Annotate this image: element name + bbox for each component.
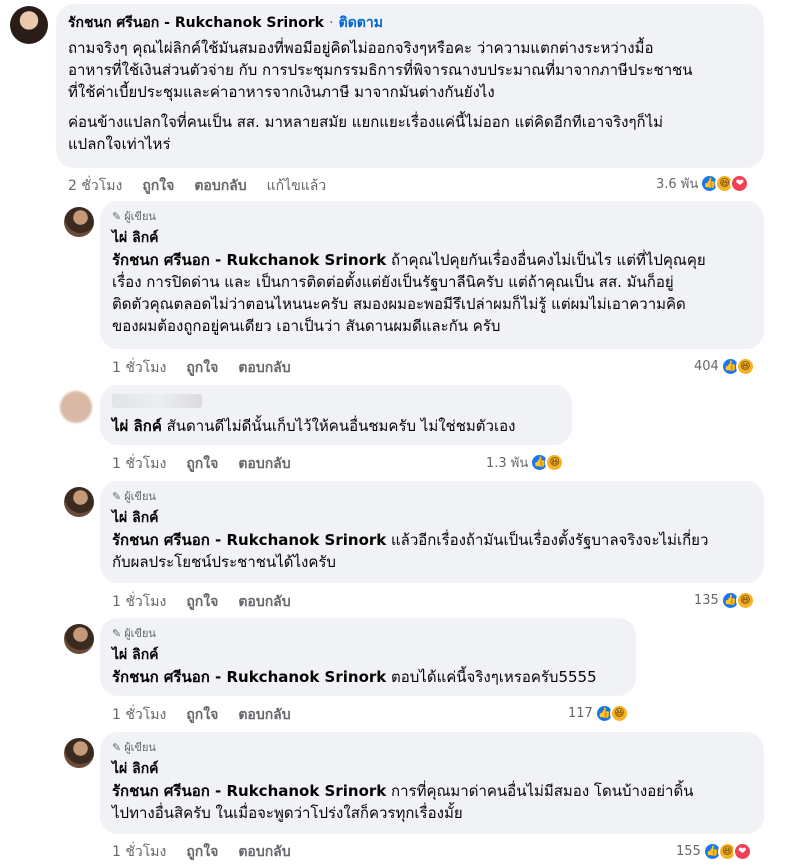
reply-bubble: ✎ ผู้เขียน ไผ่ ลิกค์ รักชนก ศรีนอก - Rukc… (100, 201, 764, 349)
reply-button[interactable]: ตอบกลับ (238, 841, 290, 863)
love-reaction-icon: ❤ (732, 841, 752, 861)
reaction-count: 1.3 พัน (486, 455, 529, 471)
reaction-count: 117 (568, 705, 593, 721)
like-button[interactable]: ถูกใจ (142, 175, 174, 197)
reply-bubble: ✎ ผู้เขียน ไผ่ ลิกค์ รักชนก ศรีนอก - Rukc… (100, 481, 764, 583)
author-badge: ✎ ผู้เขียน (112, 209, 156, 224)
reaction-summary[interactable]: 155 👍 😆 ❤ (676, 840, 752, 862)
reply-author[interactable]: ไผ่ ลิกค์ (112, 507, 752, 529)
like-button[interactable]: ถูกใจ (186, 357, 218, 379)
reply-text-line: กับผลประโยชน์ประชาชนได้ไงครับ (112, 553, 336, 571)
reply-button[interactable]: ตอบกลับ (238, 704, 290, 726)
comment-actions: 2 ชั่วโมง ถูกใจ ตอบกลับ แก้ไขแล้ว (68, 175, 326, 197)
edited-label: แก้ไขแล้ว (266, 178, 327, 194)
reply-actions: 1 ชั่วโมง ถูกใจ ตอบกลับ (112, 841, 291, 863)
reply-bubble: ไผ่ ลิกค์ สันดานดีไม่ดีนั้นเก็บไว้ให้คนอ… (100, 385, 572, 445)
reply-text-line: รักชนก ศรีนอก - Rukchanok Srinork แล้วอี… (112, 531, 709, 549)
reply-actions: 1 ชั่วโมง ถูกใจ ตอบกลับ (112, 453, 291, 475)
reaction-summary[interactable]: 135 👍 😆 (694, 589, 755, 611)
pencil-icon: ✎ (112, 489, 122, 503)
timestamp[interactable]: 2 ชั่วโมง (68, 175, 122, 197)
avatar[interactable] (60, 391, 92, 423)
timestamp[interactable]: 1 ชั่วโมง (112, 591, 166, 613)
timestamp[interactable]: 1 ชั่วโมง (112, 453, 166, 475)
haha-reaction-icon: 😆 (735, 356, 755, 376)
separator: · (329, 15, 334, 31)
pencil-icon: ✎ (112, 740, 122, 754)
avatar[interactable] (10, 6, 48, 44)
follow-button[interactable]: ติดตาม (339, 15, 383, 31)
reply-text-line: รักชนก ศรีนอก - Rukchanok Srinork ตอบได้… (112, 668, 597, 686)
author-badge: ✎ ผู้เขียน (112, 626, 156, 641)
reply-button[interactable]: ตอบกลับ (238, 453, 290, 475)
avatar[interactable] (64, 207, 94, 237)
reply-author[interactable]: ไผ่ ลิกค์ (112, 758, 752, 780)
reaction-summary[interactable]: 1.3 พัน 👍 😆 (486, 451, 565, 473)
blurred-author-name (112, 393, 560, 409)
mention-link[interactable]: รักชนก ศรีนอก - Rukchanok Srinork (112, 251, 386, 269)
comment-text-line: ที่ใช้ค่าเบี้ยประชุมและค่าอาหารจากเงินภา… (68, 83, 495, 101)
timestamp[interactable]: 1 ชั่วโมง (112, 357, 166, 379)
reply-button[interactable]: ตอบกลับ (238, 591, 290, 613)
comment-text-line: อาหารที่ใช้เงินส่วนตัวจ่าย กับ การประชุม… (68, 61, 693, 79)
mention-link[interactable]: รักชนก ศรีนอก - Rukchanok Srinork (112, 782, 386, 800)
like-button[interactable]: ถูกใจ (186, 704, 218, 726)
reaction-summary[interactable]: 404 👍 😆 (694, 355, 755, 377)
like-button[interactable]: ถูกใจ (186, 591, 218, 613)
reply-author[interactable]: ไผ่ ลิกค์ (112, 227, 752, 249)
reply-actions: 1 ชั่วโมง ถูกใจ ตอบกลับ (112, 591, 291, 613)
avatar[interactable] (64, 487, 94, 517)
reply-bubble: ✎ ผู้เขียน ไผ่ ลิกค์ รักชนก ศรีนอก - Rukc… (100, 618, 636, 696)
haha-reaction-icon: 😆 (609, 703, 629, 723)
reply-text-line: ของผมต้องถูกอยู่คนเดียว เอาเป็นว่า สันดา… (112, 317, 501, 335)
avatar[interactable] (64, 738, 94, 768)
comment-text-line: ค่อนข้างแปลกใจที่คนเป็น สส. มาหลายสมัย แ… (68, 113, 664, 131)
like-button[interactable]: ถูกใจ (186, 453, 218, 475)
haha-reaction-icon: 😆 (545, 452, 565, 472)
pencil-icon: ✎ (112, 209, 122, 223)
reaction-count: 155 (676, 843, 701, 859)
reply-author[interactable]: ไผ่ ลิกค์ (112, 644, 624, 666)
haha-reaction-icon: 😆 (735, 590, 755, 610)
comment-text-line: แปลกใจเท่าไหร่ (68, 135, 171, 153)
reply-text-line: เรื่อง การปิดด่าน และ เป็นการติดต่อตั้งแ… (112, 273, 674, 291)
love-reaction-icon: ❤ (730, 173, 750, 193)
mention-link[interactable]: ไผ่ ลิกค์ (112, 417, 162, 435)
reply-actions: 1 ชั่วโมง ถูกใจ ตอบกลับ (112, 357, 291, 379)
reply-text-line: ไปทางอื่นสิครับ ในเมื่อจะพูดว่าโปร่งใสก็… (112, 804, 463, 822)
mention-link[interactable]: รักชนก ศรีนอก - Rukchanok Srinork (112, 531, 386, 549)
reply-button[interactable]: ตอบกลับ (238, 357, 290, 379)
reply-text-line: ไผ่ ลิกค์ สันดานดีไม่ดีนั้นเก็บไว้ให้คนอ… (112, 417, 516, 435)
reaction-count: 404 (694, 358, 719, 374)
reaction-summary[interactable]: 117 👍 😆 (568, 702, 629, 724)
comment-text-line: ถามจริงๆ คุณไผ่ลิกค์ใช้มันสมองที่พอมีอยู… (68, 39, 654, 57)
reaction-count: 135 (694, 592, 719, 608)
avatar[interactable] (64, 624, 94, 654)
timestamp[interactable]: 1 ชั่วโมง (112, 704, 166, 726)
author-name[interactable]: รักชนก ศรีนอก - Rukchanok Srinork (68, 15, 324, 31)
reaction-summary[interactable]: 3.6 พัน 👍 😆 ❤ (656, 172, 750, 194)
like-button[interactable]: ถูกใจ (186, 841, 218, 863)
reply-text-line: ติดตัวคุณตลอดไม่ว่าตอนไหนนะครับ สมองผมอะ… (112, 295, 686, 313)
reaction-count: 3.6 พัน (656, 176, 699, 192)
main-comment-bubble: รักชนก ศรีนอก - Rukchanok Srinork · ติดต… (56, 4, 764, 168)
reply-actions: 1 ชั่วโมง ถูกใจ ตอบกลับ (112, 704, 291, 726)
author-badge: ✎ ผู้เขียน (112, 489, 156, 504)
reply-text-line: รักชนก ศรีนอก - Rukchanok Srinork การที่… (112, 782, 694, 800)
author-badge: ✎ ผู้เขียน (112, 740, 156, 755)
reply-bubble: ✎ ผู้เขียน ไผ่ ลิกค์ รักชนก ศรีนอก - Rukc… (100, 732, 764, 834)
reply-text-line: รักชนก ศรีนอก - Rukchanok Srinork ถ้าคุณ… (112, 251, 706, 269)
timestamp[interactable]: 1 ชั่วโมง (112, 841, 166, 863)
mention-link[interactable]: รักชนก ศรีนอก - Rukchanok Srinork (112, 668, 386, 686)
pencil-icon: ✎ (112, 626, 122, 640)
reply-button[interactable]: ตอบกลับ (194, 175, 246, 197)
